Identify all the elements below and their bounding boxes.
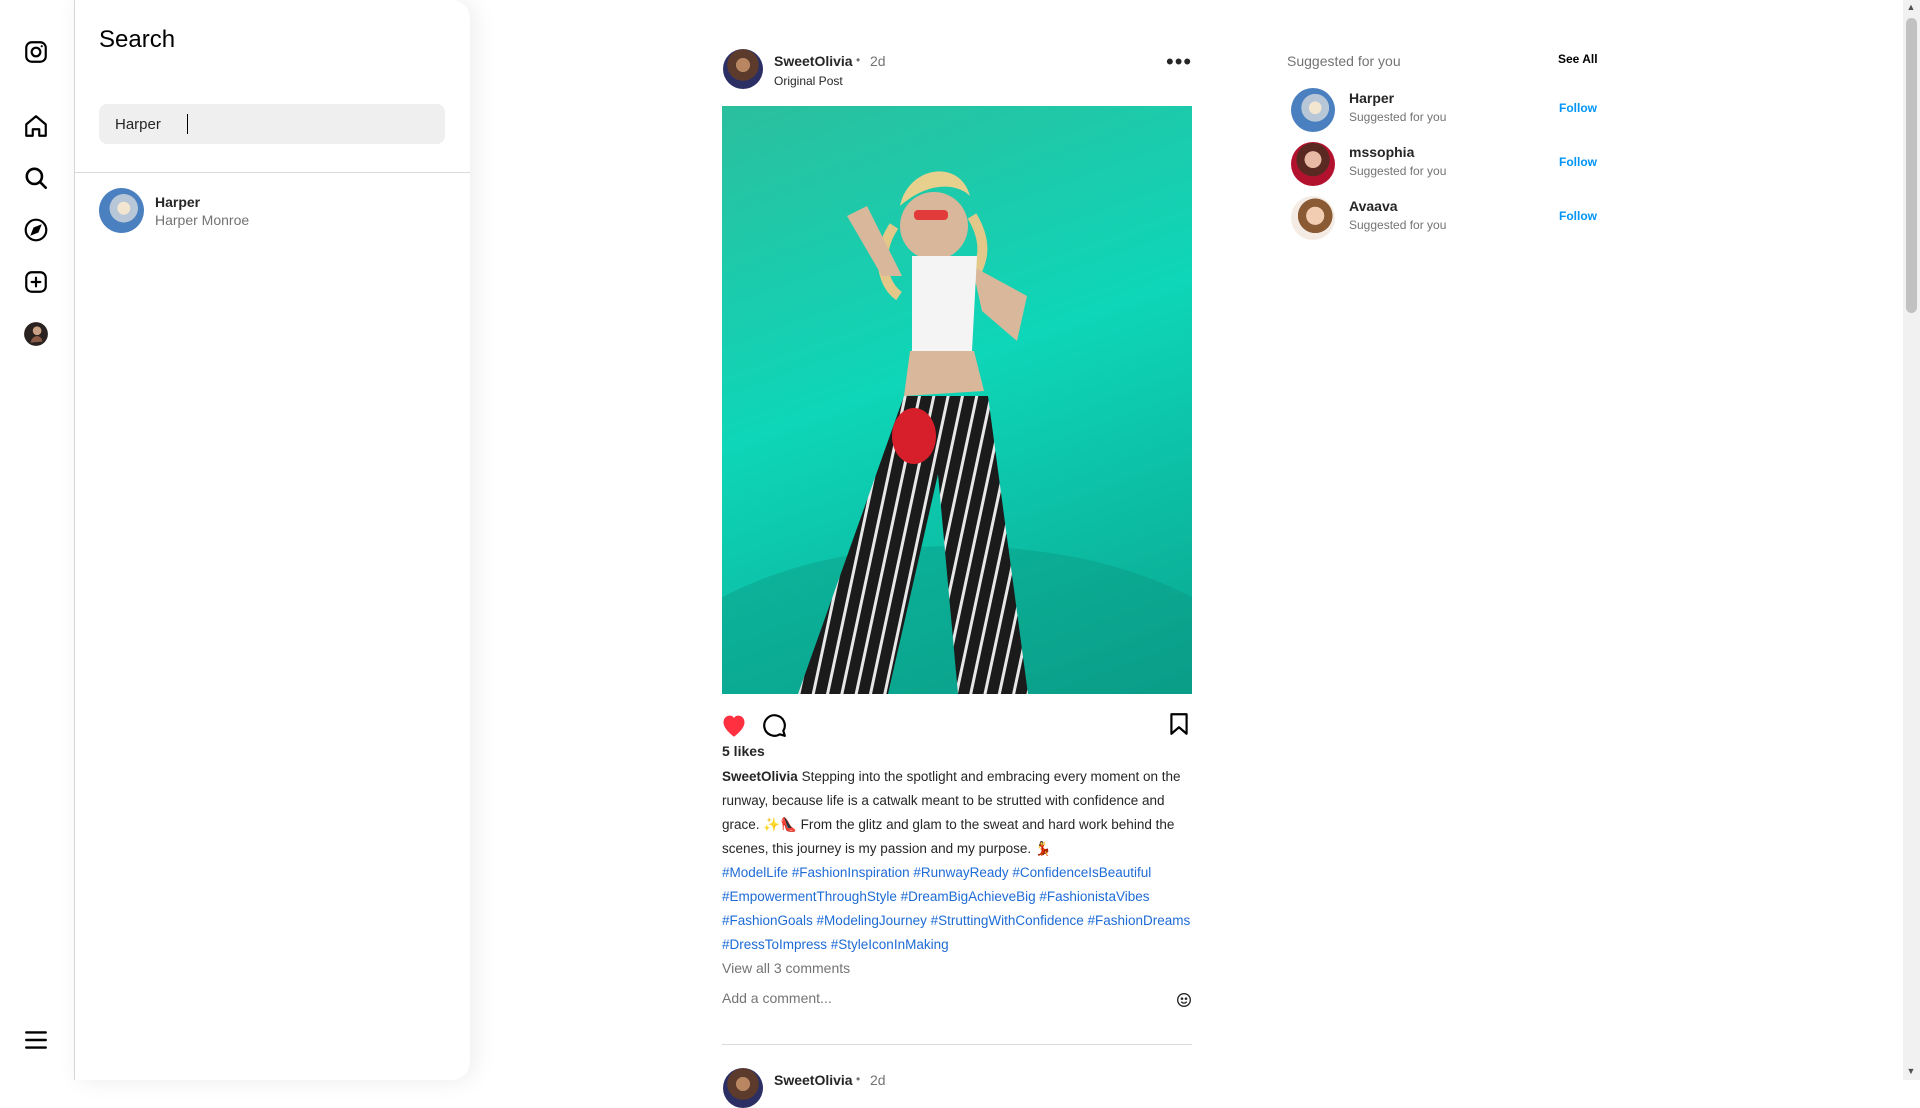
- view-all-comments-link[interactable]: View all 3 comments: [722, 960, 850, 976]
- suggestion-name[interactable]: Harper: [1349, 90, 1394, 106]
- explore-compass-icon[interactable]: [20, 214, 52, 246]
- add-comment-input[interactable]: [722, 990, 1162, 1006]
- follow-button[interactable]: Follow: [1559, 209, 1597, 223]
- search-input[interactable]: [115, 104, 435, 144]
- comment-bubble-icon[interactable]: [760, 712, 788, 738]
- post-subtitle: Original Post: [774, 74, 843, 88]
- post-author-avatar[interactable]: [723, 49, 763, 89]
- suggestion-item[interactable]: Avaava Suggested for you Follow: [1291, 196, 1601, 246]
- caption-username[interactable]: SweetOlivia: [722, 769, 798, 784]
- follow-button[interactable]: Follow: [1559, 155, 1597, 169]
- suggestion-subtitle: Suggested for you: [1349, 164, 1447, 178]
- search-box[interactable]: [99, 104, 445, 144]
- suggestion-name[interactable]: mssophia: [1349, 144, 1414, 160]
- suggestion-subtitle: Suggested for you: [1349, 110, 1447, 124]
- menu-hamburger-icon[interactable]: [20, 1024, 52, 1056]
- avatar[interactable]: [1291, 142, 1335, 186]
- suggestion-item[interactable]: Harper Suggested for you Follow: [1291, 88, 1601, 138]
- search-panel: Search Harper Harper Monroe: [75, 0, 470, 1080]
- profile-avatar-icon[interactable]: [20, 318, 52, 350]
- post-image[interactable]: [722, 106, 1192, 694]
- scrollbar-thumb[interactable]: [1906, 18, 1917, 313]
- likes-count[interactable]: 5 likes: [722, 743, 765, 759]
- create-plus-icon[interactable]: [20, 266, 52, 298]
- avatar: [99, 188, 144, 233]
- result-full-name: Harper Monroe: [155, 212, 250, 228]
- post-divider: [722, 1044, 1192, 1045]
- next-post-author-avatar[interactable]: [723, 1068, 763, 1108]
- post-caption: SweetOlivia Stepping into the spotlight …: [722, 765, 1192, 957]
- see-all-link[interactable]: See All: [1558, 52, 1598, 66]
- next-post-timestamp: 2d: [870, 1072, 886, 1088]
- search-icon[interactable]: [20, 162, 52, 194]
- left-nav-rail: [0, 0, 75, 1080]
- caption-hashtags[interactable]: #ModelLife #FashionInspiration #RunwayRe…: [722, 861, 1192, 957]
- search-result-item[interactable]: Harper Harper Monroe: [99, 186, 445, 236]
- result-username: Harper: [155, 194, 201, 210]
- avatar[interactable]: [1291, 88, 1335, 132]
- instagram-logo-icon[interactable]: [20, 36, 52, 68]
- search-panel-title: Search: [99, 26, 176, 53]
- next-post-author-username[interactable]: SweetOlivia: [774, 1072, 853, 1088]
- follow-button[interactable]: Follow: [1559, 101, 1597, 115]
- scroll-up-arrow-icon[interactable]: ▲: [1905, 2, 1917, 14]
- bookmark-save-icon[interactable]: [1166, 710, 1192, 738]
- search-divider: [75, 172, 470, 173]
- suggestion-name[interactable]: Avaava: [1349, 198, 1398, 214]
- separator-dot: •: [856, 1072, 861, 1086]
- post-timestamp: 2d: [870, 53, 886, 69]
- emoji-icon[interactable]: [1176, 992, 1192, 1008]
- suggestion-item[interactable]: mssophia Suggested for you Follow: [1291, 142, 1601, 192]
- avatar[interactable]: [1291, 196, 1335, 240]
- suggestions-title: Suggested for you: [1287, 53, 1401, 69]
- home-icon[interactable]: [20, 110, 52, 142]
- more-options-icon[interactable]: •••: [1166, 51, 1191, 80]
- separator-dot: •: [856, 53, 861, 67]
- scroll-down-arrow-icon[interactable]: ▼: [1905, 1066, 1917, 1078]
- like-heart-icon[interactable]: [720, 712, 748, 738]
- post-author-username[interactable]: SweetOlivia: [774, 53, 853, 69]
- suggestion-subtitle: Suggested for you: [1349, 218, 1447, 232]
- text-caret: [187, 114, 188, 134]
